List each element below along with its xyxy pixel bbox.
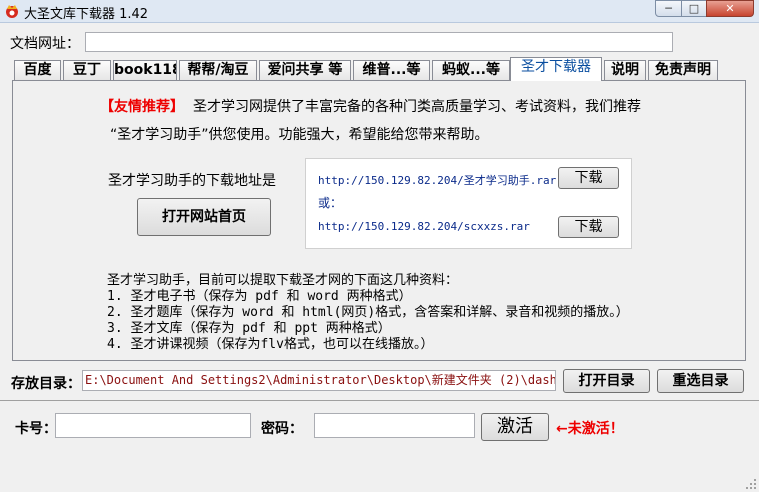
open-site-button[interactable]: 打开网站首页 — [137, 198, 271, 236]
recommend-text-line2: “圣才学习助手”供您使用。功能强大，希望能给您带来帮助。 — [110, 127, 489, 143]
download-address-label: 圣才学习助手的下载地址是 — [108, 173, 276, 189]
minimize-button[interactable]: ─ — [655, 0, 682, 17]
tab-aiwen[interactable]: 爱问共享 等 — [259, 60, 351, 80]
info-line: 圣才学习助手，目前可以提取下载圣才网的下面这几种资料： — [107, 273, 459, 288]
recommend-text-line1: 圣才学习网提供了丰富完备的各种门类高质量学习、考试资料，我们推荐 — [193, 99, 641, 115]
info-line: 3. 圣才文库（保存为 pdf 和 ppt 两种格式） — [107, 321, 391, 336]
password-input[interactable] — [314, 413, 475, 438]
info-line: 4. 圣才讲课视频（保存为flv格式，也可以在线播放。） — [107, 337, 434, 352]
card-number-input[interactable] — [55, 413, 251, 438]
card-number-label: 卡号： — [15, 421, 57, 437]
tab-bangbang[interactable]: 帮帮/淘豆 — [179, 60, 257, 80]
tab-disclaimer[interactable]: 免责声明 — [648, 60, 718, 80]
window-title: 大圣文库下载器 1.42 — [24, 7, 149, 22]
tab-book118[interactable]: book118 — [113, 60, 177, 80]
download-link-1[interactable]: http://150.129.82.204/圣才学习助手.rar — [318, 172, 556, 188]
password-label: 密码： — [261, 421, 303, 437]
tab-mayi[interactable]: 蚂蚁...等 — [432, 60, 510, 80]
tab-weipu[interactable]: 维普...等 — [353, 60, 430, 80]
tab-shengcai[interactable]: 圣才下载器 — [510, 57, 602, 81]
activate-button[interactable]: 激活 — [481, 413, 549, 441]
recommend-tag: 【友情推荐】 — [100, 99, 184, 115]
divider — [0, 400, 759, 401]
activation-status: ←未激活！ — [556, 421, 624, 437]
url-label: 文档网址： — [10, 36, 80, 52]
open-dir-button[interactable]: 打开目录 — [563, 369, 650, 393]
save-dir-input[interactable]: E:\Document And Settings2\Administrator\… — [82, 370, 556, 391]
or-label: 或： — [318, 196, 343, 210]
tab-baidu[interactable]: 百度 — [14, 60, 61, 80]
url-input[interactable] — [85, 32, 673, 52]
download-button-1[interactable]: 下载 — [558, 167, 619, 189]
tab-douding[interactable]: 豆丁 — [63, 60, 111, 80]
save-dir-label: 存放目录： — [11, 376, 81, 392]
info-line: 1. 圣才电子书（保存为 pdf 和 word 两种格式） — [107, 289, 412, 304]
resize-grip-icon[interactable] — [745, 478, 757, 490]
app-logo-icon — [6, 5, 18, 18]
download-button-2[interactable]: 下载 — [558, 216, 619, 238]
maximize-button[interactable]: □ — [681, 0, 707, 17]
info-line: 2. 圣才题库（保存为 word 和 html(网页)格式，含答案和详解、录音和… — [107, 305, 629, 320]
download-link-2[interactable]: http://150.129.82.204/scxxzs.rar — [318, 220, 530, 233]
close-button[interactable]: ✕ — [706, 0, 754, 17]
rechoose-dir-button[interactable]: 重选目录 — [657, 369, 744, 393]
tab-help[interactable]: 说明 — [604, 60, 646, 80]
